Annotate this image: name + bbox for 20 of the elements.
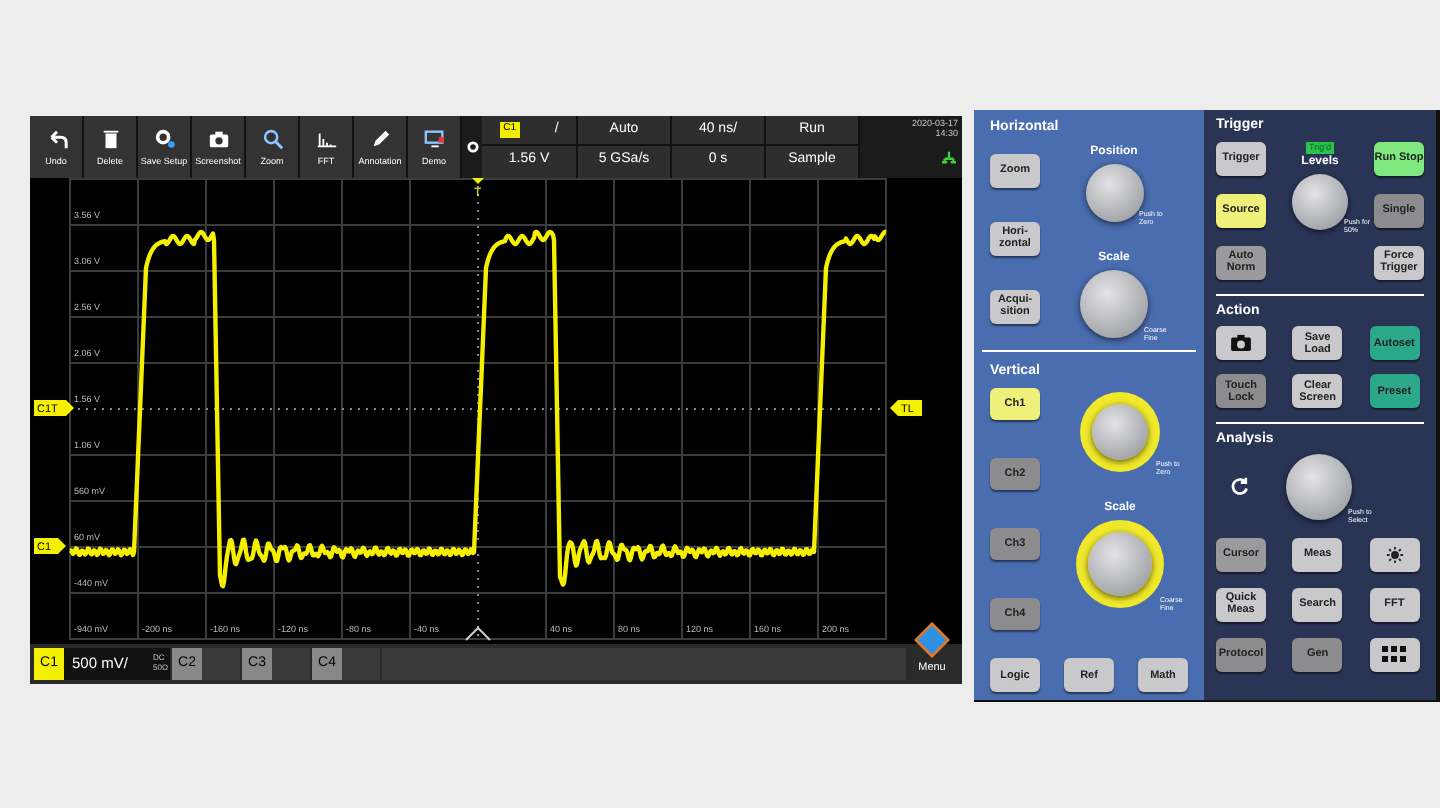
trigger-point-icon <box>465 626 491 641</box>
grid-icon <box>1382 646 1407 662</box>
camera-icon <box>207 127 229 149</box>
trash-icon <box>99 127 121 149</box>
rotary-knob[interactable] <box>1085 163 1143 221</box>
panel-button[interactable] <box>1369 637 1420 671</box>
rotate-icon[interactable] <box>1230 476 1250 496</box>
panel-button[interactable] <box>1216 326 1266 360</box>
panel-button[interactable] <box>1369 537 1420 571</box>
camera-icon <box>1230 334 1252 352</box>
pencil-icon <box>369 127 391 149</box>
brightness-icon <box>1385 545 1404 563</box>
network-icon <box>940 150 958 164</box>
diamond-logo-icon <box>914 622 950 658</box>
undo-arrow-icon <box>45 127 67 149</box>
rotary-knob[interactable] <box>1080 269 1148 337</box>
rotary-knob[interactable] <box>1292 174 1348 231</box>
monitor-icon <box>423 127 445 149</box>
magnifier-icon <box>261 127 283 149</box>
rotary-knob[interactable] <box>1286 453 1352 519</box>
